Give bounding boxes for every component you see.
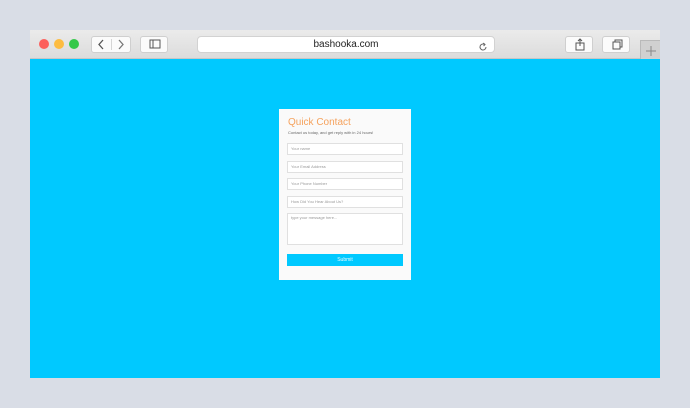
submit-button[interactable]: Submit	[287, 254, 403, 266]
share-icon	[575, 38, 585, 51]
back-button[interactable]	[92, 37, 111, 52]
quick-contact-form: Quick Contact Contact us today, and get …	[279, 109, 411, 280]
url-text: bashooka.com	[313, 39, 379, 50]
reload-button[interactable]	[478, 39, 488, 57]
browser-toolbar: bashooka.com	[30, 30, 660, 59]
message-textarea[interactable]: type your message here...	[287, 213, 403, 245]
referral-source-input[interactable]: How Did You Hear About Us?	[287, 196, 403, 208]
sidebar-button[interactable]	[140, 36, 168, 53]
new-tab-button[interactable]	[640, 40, 660, 59]
form-subtitle: Contact us today, and get reply with in …	[288, 130, 374, 135]
share-button[interactable]	[565, 36, 593, 53]
navigation-buttons	[91, 36, 131, 53]
chevron-left-icon	[98, 39, 104, 50]
maximize-window-button[interactable]	[69, 39, 79, 49]
chevron-right-icon	[118, 39, 124, 50]
email-input[interactable]: Your Email Address	[287, 161, 403, 173]
tabs-overview-icon	[612, 39, 623, 50]
close-window-button[interactable]	[39, 39, 49, 49]
forward-button[interactable]	[112, 37, 131, 52]
form-title: Quick Contact	[288, 117, 351, 128]
phone-input[interactable]: Your Phone Number	[287, 178, 403, 190]
address-bar[interactable]: bashooka.com	[197, 36, 495, 53]
browser-window: bashooka.com Quick Contact Contact us to…	[30, 30, 660, 378]
minimize-window-button[interactable]	[54, 39, 64, 49]
reload-icon	[479, 42, 487, 51]
sidebar-icon	[149, 39, 161, 49]
page-content: Quick Contact Contact us today, and get …	[30, 59, 660, 378]
name-input[interactable]: Your name	[287, 143, 403, 155]
plus-icon	[646, 46, 656, 56]
tabs-overview-button[interactable]	[602, 36, 630, 53]
